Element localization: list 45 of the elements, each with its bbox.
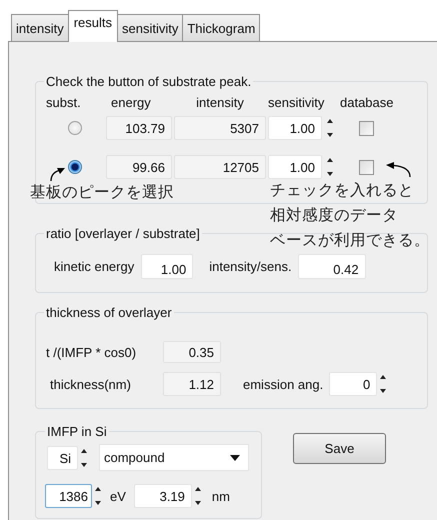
tab[interactable]: sensitivity — [117, 14, 184, 41]
field-label: t /(IMFP * cos0) — [46, 344, 138, 360]
group-title: ratio [overlayer / substrate] — [45, 226, 201, 241]
sensitivity-field[interactable]: 1.00 — [268, 116, 322, 140]
group-title: IMFP in Si — [46, 424, 108, 439]
material-dropdown[interactable]: compound — [99, 444, 249, 471]
field-label: kinetic energy — [54, 259, 134, 274]
tab[interactable]: Thickogram — [182, 14, 260, 41]
annotation-text: 基板のピークを選択 — [30, 182, 174, 203]
emission-angle-field[interactable]: 0 — [329, 372, 378, 396]
element-field[interactable]: Si — [47, 446, 78, 470]
intensity-field: 5307 — [174, 116, 266, 140]
radio-button[interactable] — [68, 160, 82, 174]
unit-label: eV — [110, 488, 126, 504]
field-label: thickness(nm) — [50, 376, 132, 392]
energy-field[interactable]: 1386 — [45, 484, 92, 508]
column-header: intensity — [195, 95, 245, 110]
column-header: subst. — [46, 95, 82, 110]
caret-icon — [230, 454, 240, 460]
kinetic-energy-field[interactable]: 1.00 — [141, 254, 194, 279]
imfp-field[interactable]: 3.19 — [134, 484, 192, 508]
checkbox[interactable] — [359, 160, 374, 174]
radio-button[interactable] — [68, 121, 82, 135]
arrow — [48, 167, 66, 181]
save-button[interactable]: Save — [293, 433, 386, 464]
column-header: energy — [110, 95, 152, 110]
annotation-text: チェックを入れると 相対感度のデータ ベースが利用できる。 — [270, 180, 430, 251]
ratio-field: 0.35 — [163, 341, 221, 363]
group-title: thickness of overlayer — [45, 305, 173, 320]
tab[interactable]: intensity — [11, 14, 69, 41]
field-label: emission ang. — [243, 376, 324, 392]
thickness-field: 1.12 — [163, 372, 221, 396]
column-header: sensitivity — [268, 95, 326, 110]
energy-field: 103.79 — [106, 116, 172, 140]
tab[interactable]: results — [68, 10, 118, 42]
arrow — [386, 162, 412, 177]
checkbox[interactable] — [359, 120, 374, 136]
field-label: intensity/sens. — [209, 259, 292, 274]
unit-label: nm — [212, 488, 230, 504]
intensity-field: 12705 — [174, 155, 266, 179]
sensitivity-field[interactable]: 1.00 — [268, 155, 322, 179]
energy-field: 99.66 — [106, 155, 172, 179]
group-title: Check the button of substrate peak. — [45, 74, 252, 89]
column-header: database — [340, 95, 394, 110]
intensity-ratio-field[interactable]: 0.42 — [298, 254, 366, 279]
